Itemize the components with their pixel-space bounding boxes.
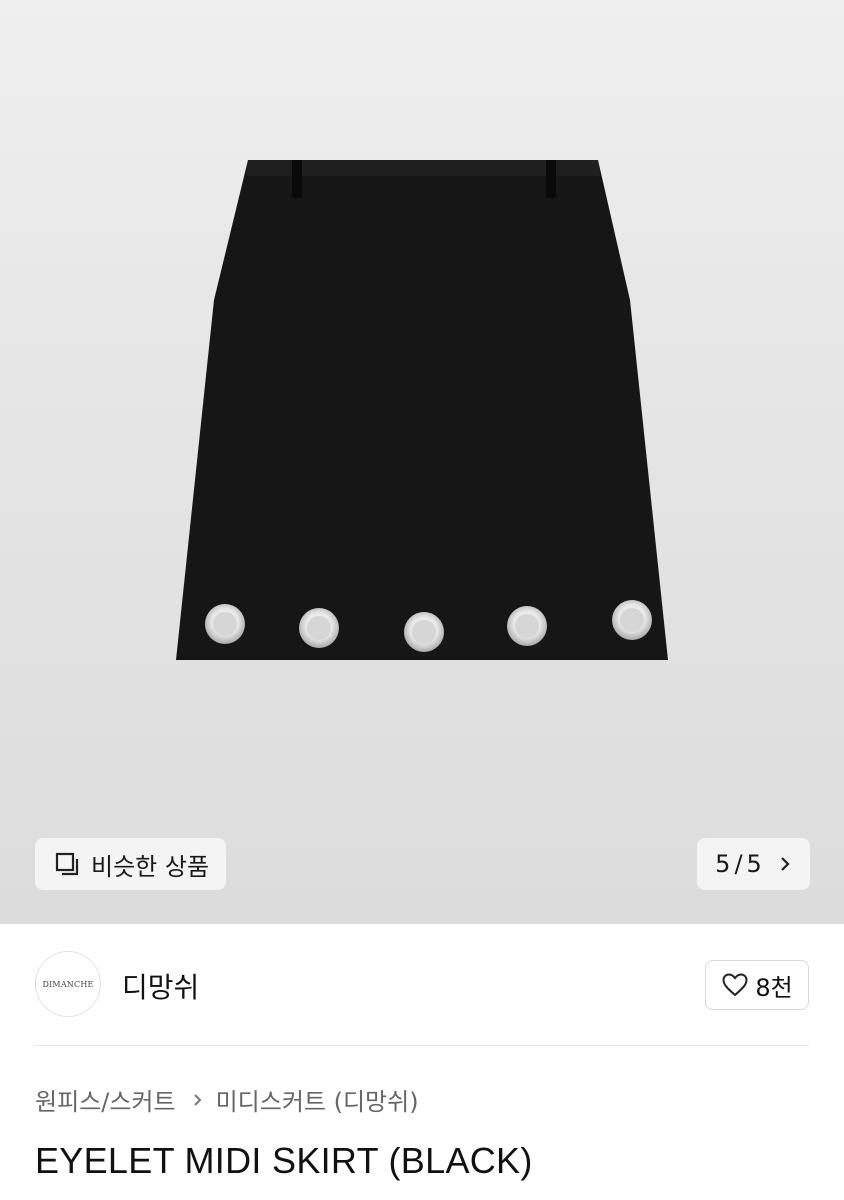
seller-avatar[interactable]: DIMANCHE <box>35 951 101 1017</box>
seller-section: DIMANCHE 디망쉬 8천 <box>0 924 844 1046</box>
stacked-squares-icon <box>55 852 79 876</box>
breadcrumb: 원피스/스커트 미디스커트 (디망쉬) <box>35 1082 419 1117</box>
image-pager[interactable]: 5 / 5 <box>697 838 810 890</box>
seller-logo-text: DIMANCHE <box>42 979 94 989</box>
product-image-carousel[interactable]: 비슷한 상품 5 / 5 <box>0 0 844 924</box>
heart-icon <box>722 973 748 997</box>
divider <box>35 1045 809 1046</box>
seller-name[interactable]: 디망쉬 <box>122 966 199 1006</box>
pager-current: 5 <box>715 850 731 878</box>
pager-separator: / <box>734 850 743 878</box>
chevron-right-icon <box>193 1093 201 1106</box>
chevron-right-icon <box>781 857 790 871</box>
breadcrumb-subcategory[interactable]: 미디스커트 (디망쉬) <box>216 1082 419 1117</box>
pager-total: 5 <box>746 850 762 878</box>
product-title: EYELET MIDI SKIRT (BLACK) <box>35 1140 533 1181</box>
similar-products-button[interactable]: 비슷한 상품 <box>35 838 226 890</box>
similar-products-label: 비슷한 상품 <box>91 852 210 881</box>
like-count: 8천 <box>755 973 793 1002</box>
product-image-skirt <box>176 160 668 660</box>
breadcrumb-category[interactable]: 원피스/스커트 <box>35 1082 176 1117</box>
like-button[interactable]: 8천 <box>705 960 809 1010</box>
